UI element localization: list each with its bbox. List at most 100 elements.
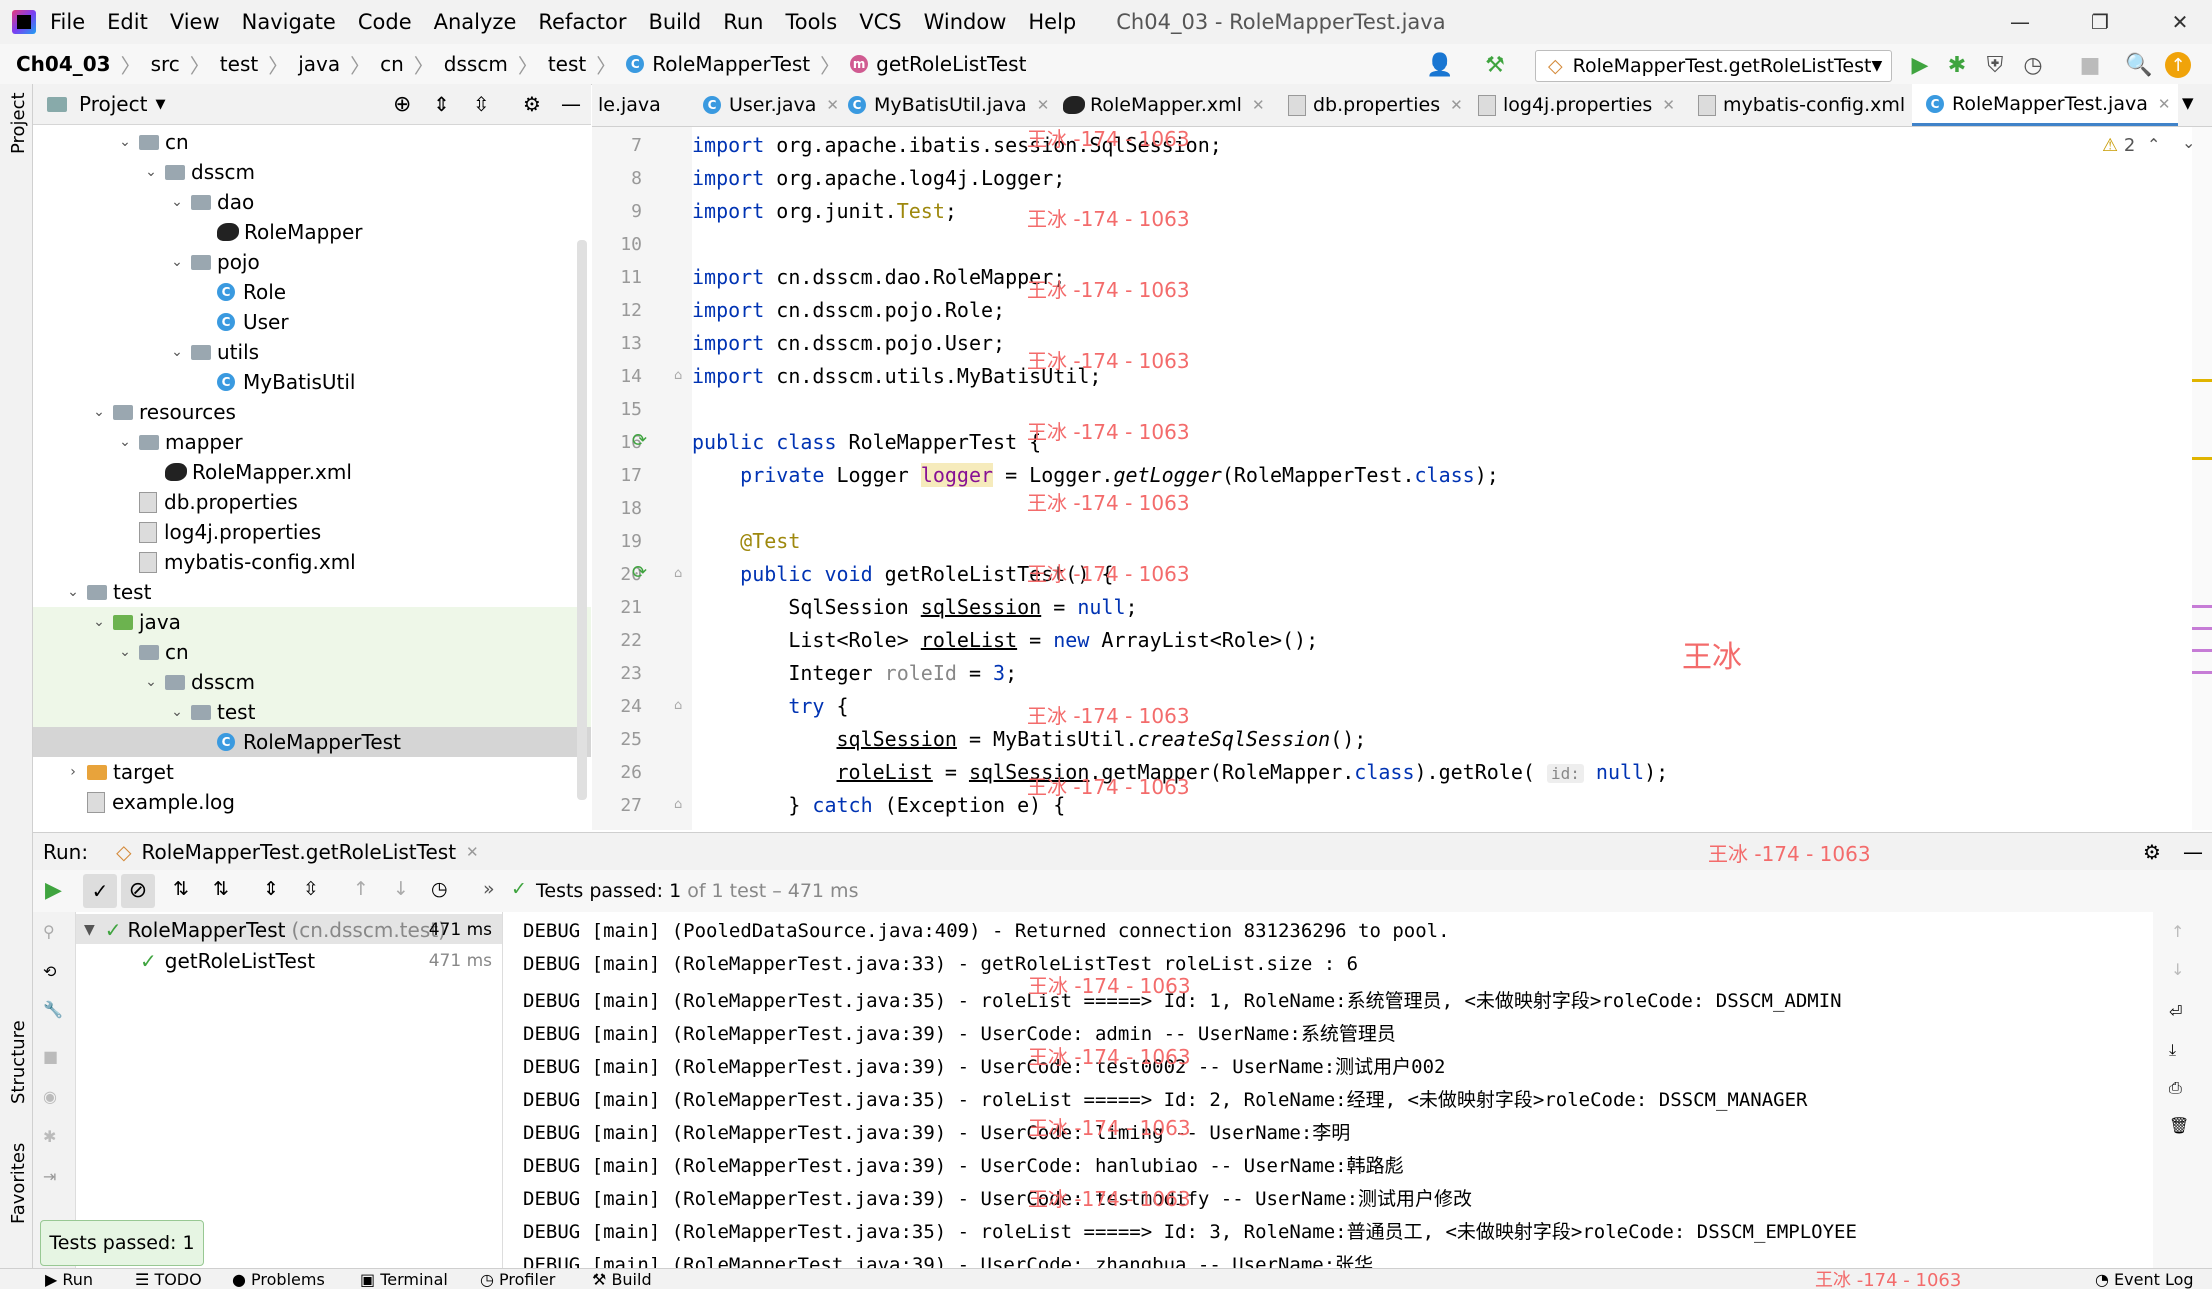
chevron-down-icon[interactable]: ▼ (155, 97, 165, 112)
project-tree-item[interactable]: log4j.properties (33, 517, 591, 547)
test-row[interactable]: ✓ getRoleListTest (140, 949, 315, 973)
menu-run[interactable]: Run (723, 10, 763, 34)
chevron-down-icon[interactable]: ⌄ (117, 434, 133, 450)
console-output[interactable]: DEBUG [main] (PooledDataSource.java:409)… (503, 912, 2153, 1268)
print-icon[interactable]: ⎙ (2169, 1078, 2182, 1098)
chevron-down-icon[interactable]: ⌄ (143, 164, 159, 180)
close-icon[interactable]: ✕ (2150, 0, 2210, 44)
project-tree-item[interactable]: RoleMapper.xml (33, 457, 591, 487)
structure-tool-tab[interactable]: Structure (8, 1020, 29, 1104)
tab-mybatisutil-java[interactable]: C MyBatisUtil.java ✕ (842, 84, 1049, 126)
hide-icon[interactable]: — (2183, 840, 2203, 864)
tab-rolemappertest-java[interactable]: C RoleMapperTest.java ✕ (1912, 84, 2179, 126)
menu-tools[interactable]: Tools (785, 10, 837, 34)
breadcrumb-test[interactable]: test (220, 52, 258, 76)
project-tree-item[interactable]: ⌄ cn (33, 637, 591, 667)
project-tree-item[interactable]: › target (33, 757, 591, 787)
tab-le-java[interactable]: le.java (598, 84, 661, 126)
tab-log4j-properties[interactable]: log4j.properties ✕ (1472, 84, 1675, 126)
coverage-icon[interactable]: ⛨ (1980, 50, 2010, 80)
prev-test-icon[interactable]: ↑ (353, 878, 369, 900)
project-tree-item[interactable]: db.properties (33, 487, 591, 517)
breadcrumb-src[interactable]: src (151, 52, 180, 76)
expand-all-icon[interactable]: ⇕ (433, 92, 450, 116)
menu-edit[interactable]: Edit (107, 10, 148, 34)
chevron-down-icon[interactable]: ⌄ (169, 254, 185, 270)
project-tree-item[interactable]: ⌄ resources (33, 397, 591, 427)
pin-icon[interactable]: ⚲ (43, 922, 55, 941)
chevron-right-icon[interactable]: › (65, 764, 81, 780)
close-icon[interactable]: ✕ (1450, 96, 1463, 114)
locate-icon[interactable]: ⊕ (393, 92, 411, 117)
hide-icon[interactable]: — (561, 92, 581, 116)
show-passed-icon[interactable]: ✓ (83, 874, 117, 908)
restore-icon[interactable]: ❐ (2070, 0, 2130, 44)
hammer-icon[interactable]: ⚒ (1480, 50, 1510, 80)
chevron-down-icon[interactable]: ⌄ (169, 194, 185, 210)
project-tree-item[interactable]: ⌄ java (33, 607, 591, 637)
close-icon[interactable]: ✕ (1662, 96, 1675, 114)
fold-icon[interactable]: ⌂ (674, 368, 682, 383)
chevron-down-icon[interactable]: ⌄ (91, 404, 107, 420)
project-panel-title[interactable]: Project (79, 92, 147, 116)
menu-refactor[interactable]: Refactor (538, 10, 626, 34)
menu-navigate[interactable]: Navigate (242, 10, 336, 34)
sort-alpha-icon[interactable]: ⇅ (173, 878, 189, 900)
status-event-log[interactable]: ◔ Event Log (2095, 1269, 2194, 1289)
prev-highlight-icon[interactable]: ⌃ (2147, 135, 2160, 154)
fold-icon[interactable]: ⌂ (674, 797, 682, 812)
breadcrumb-method[interactable]: getRoleListTest (876, 52, 1026, 76)
chevron-double-icon[interactable]: » (483, 878, 495, 900)
project-tree-item[interactable]: C MyBatisUtil (33, 367, 591, 397)
user-icon[interactable]: 👤 (1425, 50, 1455, 80)
project-tree-item[interactable]: RoleMapper (33, 217, 591, 247)
scroll-down-icon[interactable]: ↓ (2171, 960, 2184, 979)
debug-icon[interactable]: ✱ (1942, 50, 1972, 80)
close-icon[interactable]: ✕ (1037, 96, 1050, 114)
project-tree-item[interactable]: ⌄ test (33, 697, 591, 727)
close-icon[interactable]: ✕ (1252, 96, 1265, 114)
tab-user-java[interactable]: C User.java ✕ (697, 84, 839, 126)
close-icon[interactable]: ✕ (826, 96, 839, 114)
run-tab[interactable]: RoleMapperTest.getRoleListTest (141, 840, 456, 864)
project-tree-item[interactable]: ⌄ dsscm (33, 667, 591, 697)
scroll-up-icon[interactable]: ↑ (2171, 922, 2184, 941)
fold-icon[interactable]: ⌂ (674, 698, 682, 713)
chevron-down-icon[interactable]: ▼ (2182, 94, 2194, 112)
tree-scrollbar[interactable] (577, 240, 587, 800)
chevron-down-icon[interactable]: ⌄ (169, 344, 185, 360)
stop-icon[interactable]: ■ (43, 1047, 58, 1066)
menu-file[interactable]: File (50, 10, 85, 34)
project-tool-tab[interactable]: Project (8, 92, 29, 154)
warning-icon[interactable]: ⚠ 2 (2102, 135, 2135, 156)
breadcrumb-dsscm[interactable]: dsscm (444, 52, 508, 76)
breadcrumb-project[interactable]: Ch04_03 (16, 52, 111, 76)
camera-icon[interactable]: ◉ (43, 1087, 57, 1106)
menu-code[interactable]: Code (358, 10, 412, 34)
status-run[interactable]: ▶ Run (45, 1269, 93, 1289)
collapse-all-icon[interactable]: ⇳ (473, 92, 490, 116)
chevron-down-icon[interactable]: ⌄ (169, 704, 185, 720)
gear-icon[interactable]: ⚙ (2143, 840, 2161, 864)
sort-duration-icon[interactable]: ⇅ (213, 878, 229, 900)
rerun-icon[interactable]: ▶ (45, 878, 62, 903)
layout-icon[interactable]: ⟲ (43, 962, 56, 981)
project-tree-item[interactable]: ⌄ pojo (33, 247, 591, 277)
scroll-to-end-icon[interactable]: ⤓ (2169, 1040, 2176, 1060)
profile-icon[interactable]: ◷ (2018, 50, 2048, 80)
run-gutter-icon[interactable]: ⟳ (632, 562, 647, 583)
chevron-down-icon[interactable]: ⌄ (65, 584, 81, 600)
tab-db-properties[interactable]: db.properties ✕ (1282, 84, 1463, 126)
show-ignored-icon[interactable]: ⊘ (121, 874, 155, 908)
run-gutter-icon[interactable]: ⟳ (632, 430, 647, 451)
menu-window[interactable]: Window (924, 10, 1007, 34)
test-row[interactable]: ▼ ✓ RoleMapperTest (cn.dsscm.test) (84, 918, 446, 942)
project-tree-item[interactable]: ⌄ dsscm (33, 157, 591, 187)
status-todo[interactable]: ☰ TODO (135, 1269, 202, 1289)
stop-icon[interactable]: ■ (2075, 50, 2105, 80)
wrench-icon[interactable]: 🔧 (43, 1000, 63, 1019)
status-problems[interactable]: ● Problems (232, 1269, 325, 1289)
tab-mybatis-config-xml[interactable]: mybatis-config.xml✕ (1692, 84, 1928, 126)
run-configuration-select[interactable]: ◇ RoleMapperTest.getRoleListTest ▼ (1535, 50, 1892, 82)
chevron-down-icon[interactable]: ⌄ (143, 674, 159, 690)
